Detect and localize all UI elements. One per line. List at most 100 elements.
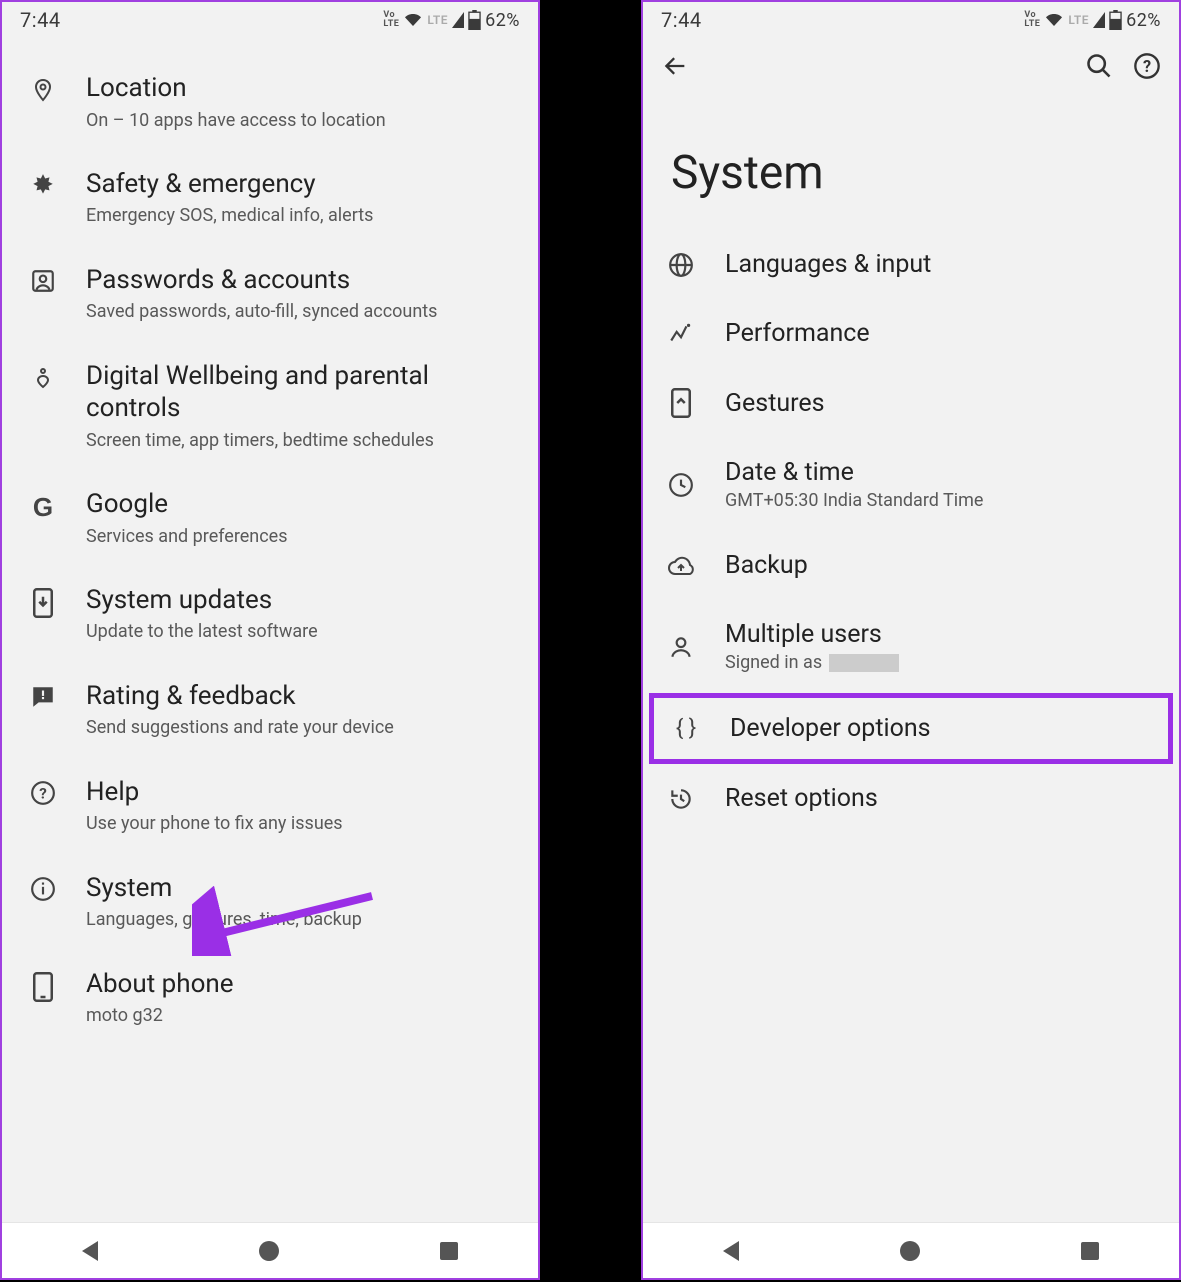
item-title: Digital Wellbeing and parental controls [86, 360, 518, 425]
item-title: About phone [86, 968, 518, 1001]
settings-item-passwords[interactable]: Passwords & accounts Saved passwords, aut… [2, 246, 538, 342]
item-subtitle: GMT+05:30 India Standard Time [725, 490, 983, 511]
performance-icon [668, 321, 694, 347]
help-icon[interactable]: ? [1133, 52, 1161, 80]
signal-icon [452, 12, 464, 28]
status-time: 7:44 [20, 8, 61, 32]
svg-text:?: ? [39, 784, 47, 802]
settings-item-wellbeing[interactable]: Digital Wellbeing and parental controls S… [2, 342, 538, 470]
item-title: Developer options [730, 714, 931, 743]
wifi-icon [1044, 12, 1064, 28]
update-icon [32, 588, 54, 618]
nav-recents-button[interactable] [440, 1242, 458, 1260]
globe-icon [668, 252, 694, 278]
item-subtitle: Signed in as [725, 652, 899, 673]
battery-percent: 62% [1126, 10, 1161, 31]
nav-back-button[interactable] [723, 1241, 739, 1261]
settings-item-about[interactable]: About phone moto g32 [2, 950, 538, 1046]
help-icon: ? [30, 780, 56, 806]
clock-icon [668, 472, 694, 498]
status-icons: VoLTE LTE 62% [1024, 10, 1161, 31]
system-item-performance[interactable]: Performance [643, 299, 1179, 368]
item-subtitle: Languages, gestures, time, backup [86, 908, 518, 931]
account-icon [30, 268, 56, 294]
settings-item-location[interactable]: Location On – 10 apps have access to loca… [2, 54, 538, 150]
settings-item-google[interactable]: G GoogleServices and preferences [2, 470, 538, 566]
cloud-icon [667, 555, 695, 577]
item-title: Reset options [725, 784, 878, 813]
settings-list[interactable]: Location On – 10 apps have access to loca… [2, 36, 538, 1222]
nav-recents-button[interactable] [1081, 1242, 1099, 1260]
item-subtitle: Screen time, app timers, bedtime schedul… [86, 429, 518, 452]
wifi-icon [403, 12, 423, 28]
status-bar: 7:44 VoLTE LTE 62% [2, 2, 538, 36]
item-subtitle: moto g32 [86, 1004, 518, 1027]
item-title: Backup [725, 551, 808, 580]
devopts-icon: { } [676, 716, 696, 741]
settings-item-rating[interactable]: Rating & feedback Send suggestions and ra… [2, 662, 538, 758]
user-icon [668, 634, 694, 660]
screenshot-divider [540, 0, 641, 1282]
item-subtitle: On – 10 apps have access to location [86, 109, 518, 132]
back-icon[interactable] [661, 52, 689, 80]
item-title: System [86, 872, 518, 905]
item-title: Performance [725, 319, 870, 348]
search-icon[interactable] [1085, 52, 1113, 80]
status-bar: 7:44 VoLTE LTE 62% [643, 2, 1179, 36]
status-time: 7:44 [661, 8, 702, 32]
page-title: System [643, 96, 1179, 230]
system-item-gestures[interactable]: Gestures [643, 368, 1179, 438]
redacted-username [829, 654, 899, 672]
system-item-languages[interactable]: Languages & input [643, 230, 1179, 299]
nav-home-button[interactable] [900, 1241, 920, 1261]
navigation-bar [643, 1222, 1179, 1278]
info-icon [30, 876, 56, 902]
item-subtitle: Use your phone to fix any issues [86, 812, 518, 835]
system-item-datetime[interactable]: Date & time GMT+05:30 India Standard Time [643, 438, 1179, 531]
volte-icon: VoLTE [383, 11, 399, 29]
item-title: Rating & feedback [86, 680, 518, 713]
safety-icon [30, 172, 56, 198]
item-title: Google [86, 488, 518, 521]
system-item-users[interactable]: Multiple users Signed in as [643, 600, 1179, 693]
item-subtitle: Services and preferences [86, 525, 518, 548]
item-title: Passwords & accounts [86, 264, 518, 297]
feedback-icon [30, 684, 56, 710]
lte-label: LTE [427, 13, 448, 27]
item-title: Languages & input [725, 250, 931, 279]
nav-home-button[interactable] [259, 1241, 279, 1261]
item-title: Location [86, 72, 518, 105]
lte-label: LTE [1068, 13, 1089, 27]
item-subtitle: Saved passwords, auto-fill, synced accou… [86, 300, 518, 323]
item-title: Multiple users [725, 620, 899, 649]
phone-icon [33, 972, 53, 1002]
nav-back-button[interactable] [82, 1241, 98, 1261]
volte-icon: VoLTE [1024, 11, 1040, 29]
reset-icon [668, 786, 694, 812]
item-title: Safety & emergency [86, 168, 518, 201]
item-title: System updates [86, 584, 518, 617]
gestures-icon [670, 388, 692, 418]
settings-item-help[interactable]: ? Help Use your phone to fix any issues [2, 758, 538, 854]
system-item-developer-options[interactable]: { } Developer options [649, 693, 1173, 764]
system-item-backup[interactable]: Backup [643, 531, 1179, 600]
status-icons: VoLTE LTE 62% [383, 10, 520, 31]
item-subtitle: Send suggestions and rate your device [86, 716, 518, 739]
settings-item-system[interactable]: System Languages, gestures, time, backup [2, 854, 538, 950]
phone-screenshot-settings: 7:44 VoLTE LTE 62% Location On – 10 apps … [0, 0, 540, 1280]
settings-item-updates[interactable]: System updates Update to the latest softw… [2, 566, 538, 662]
item-title: Date & time [725, 458, 983, 487]
navigation-bar [2, 1222, 538, 1278]
system-settings-list[interactable]: Languages & input Performance Gestures D… [643, 230, 1179, 1222]
item-subtitle: Update to the latest software [86, 620, 518, 643]
battery-icon [1109, 10, 1122, 30]
item-subtitle: Emergency SOS, medical info, alerts [86, 204, 518, 227]
appbar: ? [643, 36, 1179, 96]
phone-screenshot-system: 7:44 VoLTE LTE 62% ? System Languages & … [641, 0, 1181, 1280]
wellbeing-icon [31, 364, 55, 392]
system-item-reset[interactable]: Reset options [643, 764, 1179, 833]
item-title: Help [86, 776, 518, 809]
battery-percent: 62% [485, 10, 520, 31]
settings-item-safety[interactable]: Safety & emergency Emergency SOS, medical… [2, 150, 538, 246]
item-title: Gestures [725, 389, 825, 418]
